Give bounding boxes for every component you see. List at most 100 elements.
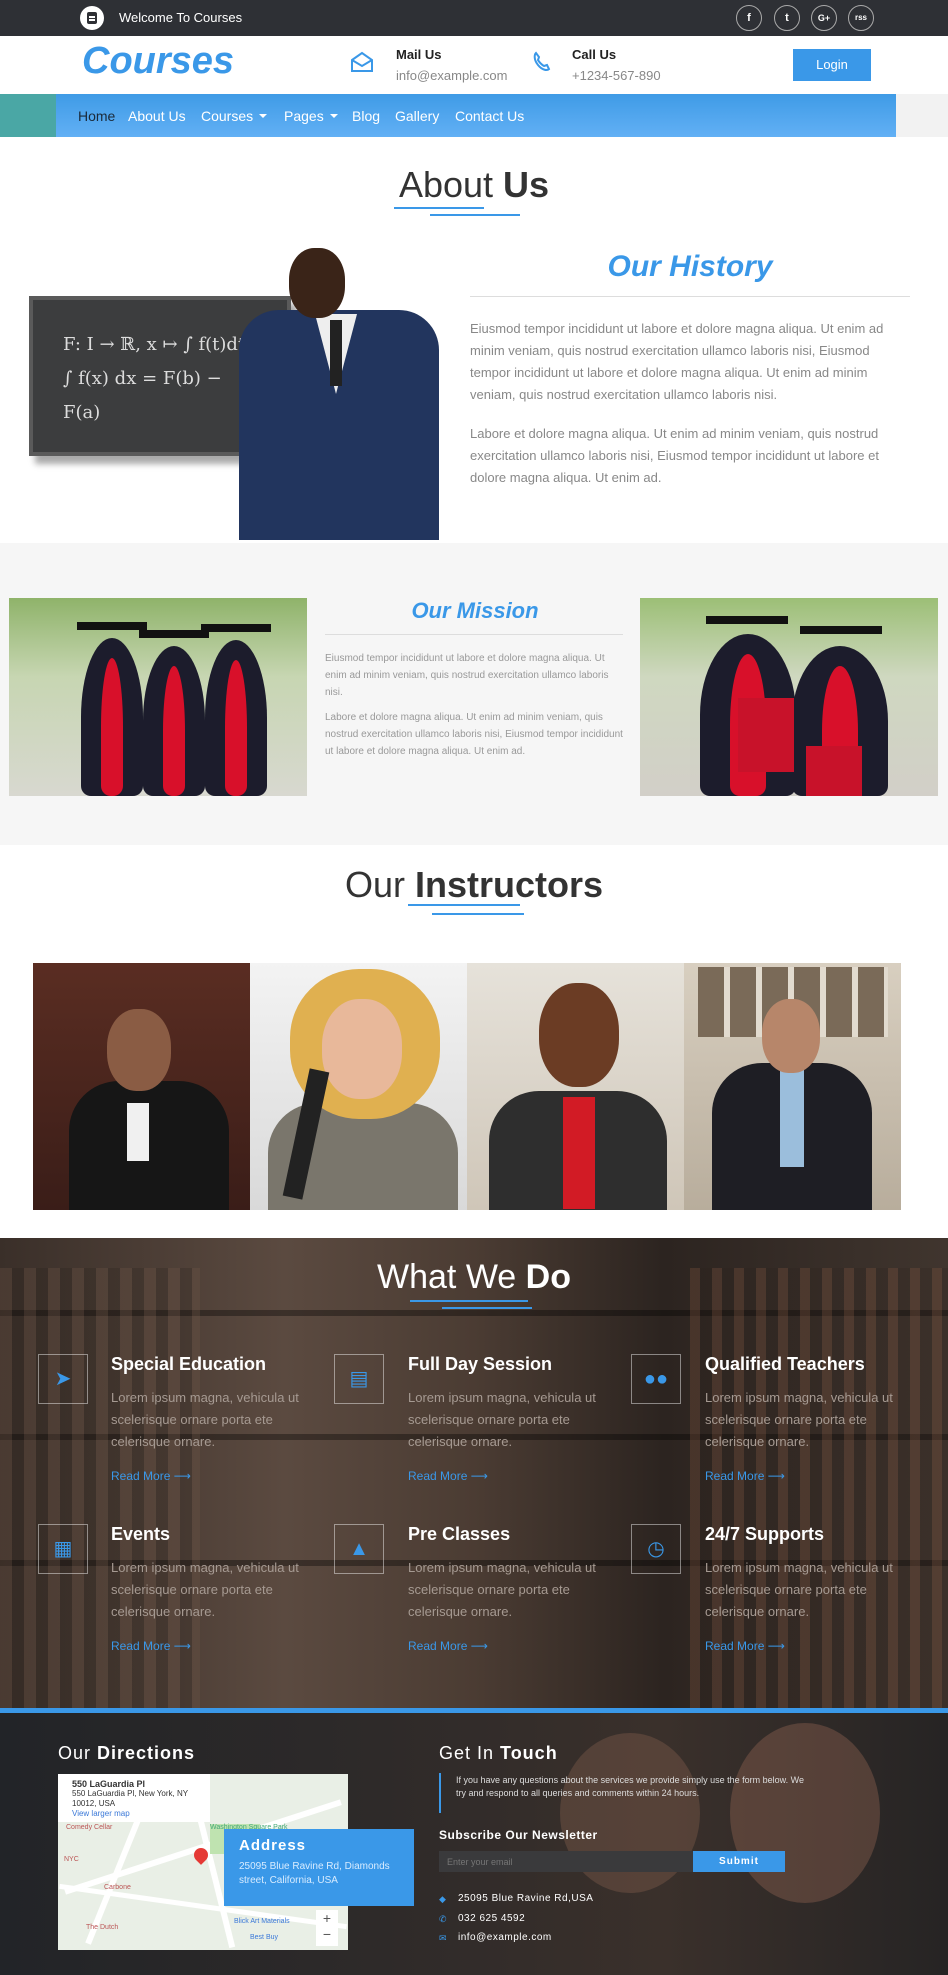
envelope-icon: [351, 51, 373, 72]
directions-title-b: Directions: [97, 1743, 196, 1763]
twitter-icon[interactable]: t: [774, 5, 800, 31]
login-button[interactable]: Login: [793, 49, 871, 81]
nav-pages[interactable]: Pages: [284, 108, 338, 124]
diploma: [738, 698, 794, 772]
graduate-stole: [101, 658, 123, 796]
read-more-link[interactable]: Read More ⟶: [705, 1469, 785, 1483]
main-nav: Home About Us Courses Pages Blog Gallery…: [56, 94, 896, 137]
service-title: 24/7 Supports: [705, 1524, 825, 1544]
arrow-right-icon: ⟶: [173, 1469, 191, 1483]
map-larger-link[interactable]: View larger map: [72, 1809, 196, 1819]
directions-title-a: Our: [58, 1743, 98, 1763]
history-paragraph-2: Labore et dolore magna aliqua. Ut enim a…: [470, 426, 879, 485]
about-underline-2: [430, 214, 520, 216]
newsletter-submit-button[interactable]: Submit: [693, 1851, 785, 1872]
address-title: Address: [239, 1837, 307, 1854]
service-title: Qualified Teachers: [705, 1354, 865, 1374]
service-text: Lorem ipsum magna, vehicula ut scelerisq…: [705, 1560, 893, 1619]
grad-cap: [706, 616, 788, 624]
nav-gallery[interactable]: Gallery: [395, 108, 439, 124]
service-text: Lorem ipsum magna, vehicula ut scelerisq…: [408, 1390, 596, 1449]
service-title: Events: [111, 1524, 171, 1544]
about-underline: [394, 207, 484, 209]
service-text: Lorem ipsum magna, vehicula ut scelerisq…: [111, 1560, 299, 1619]
what-we-do-underline: [410, 1300, 528, 1302]
map-label: Blick Art Materials: [234, 1918, 290, 1925]
service-text: Lorem ipsum magna, vehicula ut scelerisq…: [408, 1560, 596, 1619]
facebook-icon[interactable]: f: [736, 5, 762, 31]
newsletter-title: Subscribe Our Newsletter: [439, 1828, 598, 1842]
nav-contact-us[interactable]: Contact Us: [455, 108, 524, 124]
service-title: Full Day Session: [408, 1354, 553, 1374]
what-we-do-title: What We Do: [0, 1258, 948, 1297]
graduates-photo-right: [640, 598, 938, 796]
rss-icon[interactable]: rss: [848, 5, 874, 31]
read-more-label: Read More: [705, 1469, 765, 1483]
newsletter-email-input[interactable]: [439, 1851, 693, 1872]
instructor-card[interactable]: [250, 963, 467, 1210]
instructors-title-a: Our: [344, 864, 415, 905]
map-label: NYC: [64, 1856, 79, 1863]
paper-plane-icon: ➤: [38, 1354, 88, 1404]
map-label: Comedy Cellar: [66, 1824, 113, 1831]
graduate-stole: [163, 666, 185, 796]
about-title-a: About: [398, 164, 504, 205]
nav-about-us[interactable]: About Us: [128, 108, 186, 124]
read-more-link[interactable]: Read More ⟶: [705, 1639, 785, 1653]
location-icon: ◆: [439, 1894, 446, 1904]
read-more-label: Read More: [408, 1639, 468, 1653]
history-divider: [470, 296, 910, 297]
read-more-label: Read More: [408, 1469, 468, 1483]
read-more-label: Read More: [111, 1469, 171, 1483]
instructor-card[interactable]: [684, 963, 901, 1210]
teacher-tie: [330, 320, 342, 386]
grad-cap: [139, 630, 209, 638]
arrow-right-icon: ⟶: [767, 1639, 785, 1653]
arrow-right-icon: ⟶: [767, 1469, 785, 1483]
mission-title: Our Mission: [411, 598, 539, 623]
graduation-cap-icon: ▲: [334, 1524, 384, 1574]
brand-logo[interactable]: Courses: [82, 40, 234, 83]
map-place-card: 550 LaGuardia Pl 550 LaGuardia Pl, New Y…: [58, 1774, 210, 1822]
graduates-photo-left: [9, 598, 307, 796]
nav-courses[interactable]: Courses: [201, 108, 268, 124]
service-text: Lorem ipsum magna, vehicula ut scelerisq…: [111, 1390, 299, 1449]
read-more-link[interactable]: Read More ⟶: [111, 1639, 191, 1653]
contact-email[interactable]: info@example.com: [458, 1932, 552, 1943]
nav-home[interactable]: Home: [78, 108, 115, 124]
footer-photo-figure: [730, 1723, 880, 1903]
get-in-touch-title-a: Get In: [439, 1743, 501, 1763]
instructor-shirt: [127, 1103, 149, 1161]
arrow-right-icon: ⟶: [470, 1639, 488, 1653]
read-more-link[interactable]: Read More ⟶: [408, 1639, 488, 1653]
mail-label: Mail Us: [396, 47, 442, 62]
graduate-stole: [225, 660, 247, 796]
map-label: The Dutch: [86, 1924, 119, 1931]
read-more-link[interactable]: Read More ⟶: [111, 1469, 191, 1483]
nav-courses-label: Courses: [201, 108, 254, 124]
instructor-head: [107, 1009, 171, 1091]
phone-icon: [533, 51, 551, 71]
welcome-text: Welcome To Courses: [119, 10, 243, 25]
mail-value[interactable]: info@example.com: [396, 68, 507, 83]
read-more-label: Read More: [111, 1639, 171, 1653]
instructor-card[interactable]: [467, 963, 684, 1210]
diploma: [806, 746, 862, 796]
map-zoom-controls[interactable]: + −: [316, 1910, 338, 1946]
phone-icon: ✆: [439, 1914, 447, 1924]
read-more-link[interactable]: Read More ⟶: [408, 1469, 488, 1483]
instructor-head: [539, 983, 619, 1087]
contact-phone[interactable]: 032 625 4592: [458, 1913, 525, 1924]
instructors-title-b: Instructors: [414, 864, 604, 905]
about-title-b: Us: [503, 164, 550, 205]
nav-blog[interactable]: Blog: [352, 108, 380, 124]
google-plus-icon[interactable]: G+: [811, 5, 837, 31]
instructor-head: [762, 999, 820, 1073]
service-title: Special Education: [111, 1354, 267, 1374]
calendar-icon: ▦: [38, 1524, 88, 1574]
call-value[interactable]: +1234-567-890: [572, 68, 661, 83]
arrow-right-icon: ⟶: [173, 1639, 191, 1653]
instructor-card[interactable]: [33, 963, 250, 1210]
map-label: Carbone: [104, 1884, 131, 1891]
service-text: Lorem ipsum magna, vehicula ut scelerisq…: [705, 1390, 893, 1449]
